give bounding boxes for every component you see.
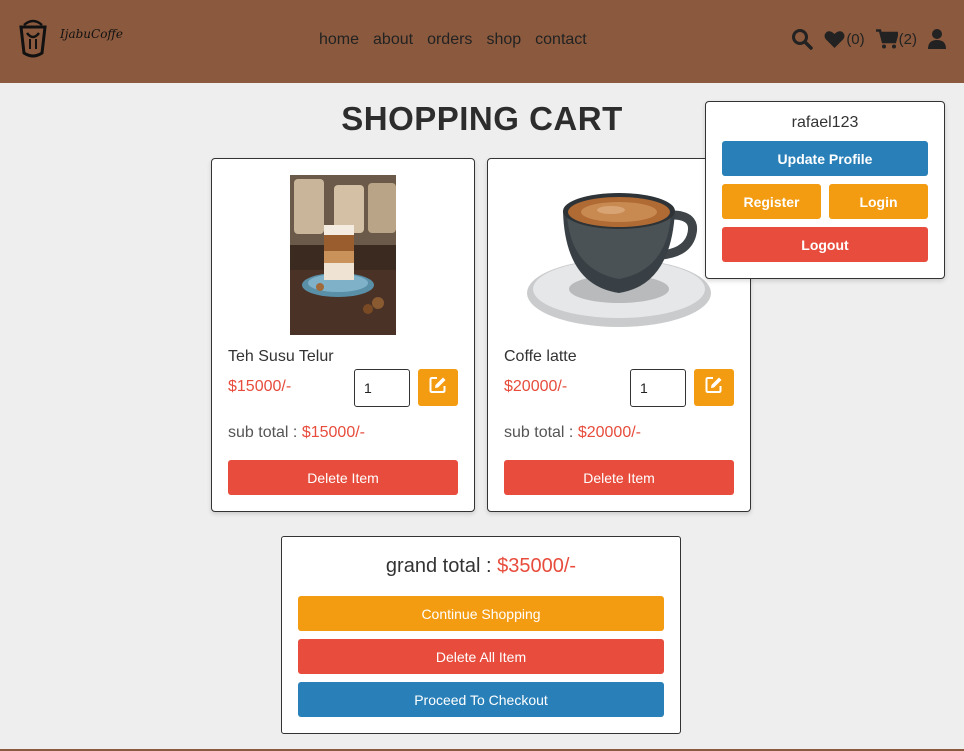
subtotal-label: sub total : — [228, 424, 302, 441]
item-name: Teh Susu Telur — [228, 348, 334, 365]
logout-button[interactable]: Logout — [722, 227, 928, 262]
subtotal-value: $20000/- — [577, 424, 641, 441]
product-image-teh-susu-telur — [290, 175, 396, 335]
site-header: IjabuCoffe home about orders shop contac… — [0, 0, 964, 83]
update-quantity-button[interactable] — [694, 369, 734, 406]
cart-link[interactable]: (2) — [875, 29, 917, 49]
cart-count: (2) — [898, 30, 917, 48]
cart-icon — [875, 29, 898, 49]
grand-total-value: $35000/- — [497, 555, 577, 577]
edit-icon — [429, 376, 447, 399]
item-price: $15000/- — [228, 378, 292, 395]
nav-orders[interactable]: orders — [427, 31, 472, 49]
delete-all-button[interactable]: Delete All Item — [298, 639, 664, 674]
login-button[interactable]: Login — [829, 184, 928, 219]
wishlist-count: (0) — [846, 30, 865, 48]
update-profile-button[interactable]: Update Profile — [722, 141, 928, 176]
username: rafael123 — [791, 114, 859, 131]
grand-total-label: grand total : — [385, 555, 498, 577]
delete-item-button[interactable]: Delete Item — [504, 460, 734, 495]
user-icon[interactable] — [928, 29, 946, 49]
cart-item-card: Teh Susu Telur $15000/- sub total : $150… — [211, 158, 475, 512]
brand-logo[interactable]: IjabuCoffe — [18, 17, 123, 64]
wishlist-link[interactable]: (0) — [824, 30, 865, 49]
nav-shop[interactable]: shop — [486, 31, 521, 49]
delete-item-button[interactable]: Delete Item — [228, 460, 458, 495]
coffee-cup-icon — [18, 17, 48, 64]
update-quantity-button[interactable] — [418, 369, 458, 406]
item-name: Coffe latte — [504, 348, 577, 365]
register-button[interactable]: Register — [722, 184, 821, 219]
subtotal-label: sub total : — [504, 424, 578, 441]
grand-total: grand total : $35000/- — [282, 555, 680, 578]
subtotal-value: $15000/- — [301, 424, 365, 441]
product-image-coffe-latte — [521, 175, 717, 335]
quantity-input[interactable] — [354, 369, 410, 407]
profile-dropdown: rafael123 Update Profile Register Login … — [705, 101, 945, 279]
item-price: $20000/- — [504, 378, 568, 395]
grand-total-panel: grand total : $35000/- Continue Shopping… — [281, 536, 681, 734]
nav-home[interactable]: home — [319, 31, 359, 49]
nav-contact[interactable]: contact — [535, 31, 587, 49]
heart-icon — [824, 30, 845, 49]
edit-icon — [705, 376, 723, 399]
continue-shopping-button[interactable]: Continue Shopping — [298, 596, 664, 631]
header-icons: (0) (2) — [780, 28, 946, 50]
main-nav: home about orders shop contact — [319, 31, 601, 49]
brand-name: IjabuCoffe — [60, 27, 124, 41]
checkout-button[interactable]: Proceed To Checkout — [298, 682, 664, 717]
search-icon[interactable] — [791, 28, 814, 50]
item-subtotal: sub total : $15000/- — [228, 424, 365, 442]
item-subtotal: sub total : $20000/- — [504, 424, 641, 442]
nav-about[interactable]: about — [373, 31, 413, 49]
quantity-input[interactable] — [630, 369, 686, 407]
